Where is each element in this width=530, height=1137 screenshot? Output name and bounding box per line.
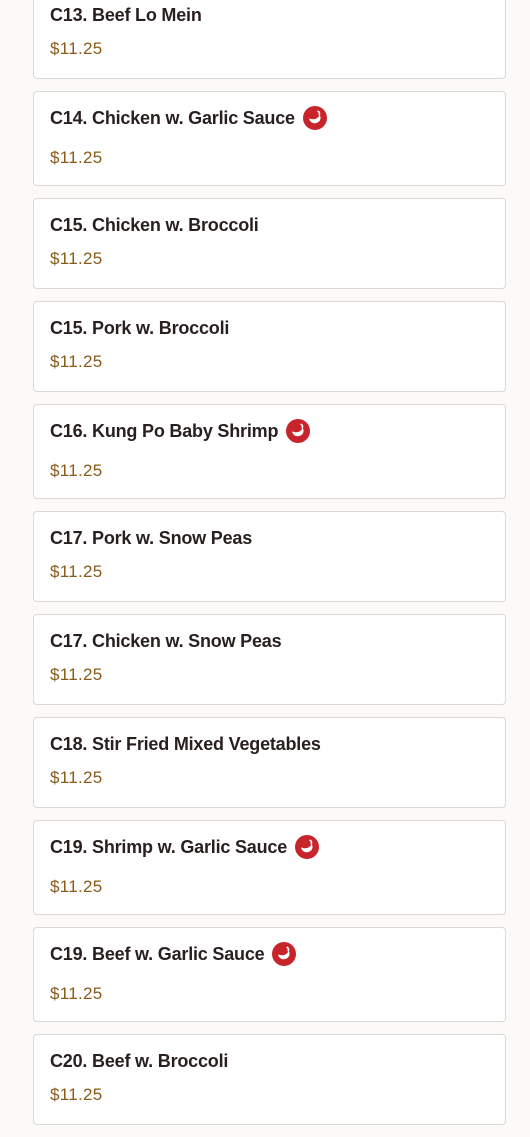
menu-item-card[interactable]: C17. Pork w. Snow Peas $11.25 <box>33 511 506 602</box>
chili-pepper-icon <box>272 942 297 966</box>
menu-item-name: C16. Kung Po Baby Shrimp <box>50 420 279 441</box>
menu-item-list: C13. Beef Lo Mein $11.25 C14. Chicken w.… <box>33 0 506 1137</box>
menu-item-name: C20. Beef w. Broccoli <box>50 1050 229 1071</box>
menu-item-card[interactable]: C15. Chicken w. Broccoli $11.25 <box>33 198 506 289</box>
menu-item-price: $11.25 <box>50 665 103 684</box>
menu-item-name: C19. Beef w. Garlic Sauce <box>50 943 265 964</box>
menu-item-price: $11.25 <box>50 768 103 787</box>
menu-item-name: C15. Chicken w. Broccoli <box>50 214 259 235</box>
menu-item-price: $11.25 <box>50 249 103 268</box>
menu-item-card[interactable]: C13. Beef Lo Mein $11.25 <box>33 0 506 79</box>
menu-item-price: $11.25 <box>50 562 103 581</box>
menu-item-card[interactable]: C18. Stir Fried Mixed Vegetables $11.25 <box>33 717 506 808</box>
menu-item-price: $11.25 <box>50 39 103 58</box>
chili-pepper-icon <box>295 835 320 859</box>
menu-item-name: C15. Pork w. Broccoli <box>50 317 230 338</box>
menu-item-price: $11.25 <box>50 877 103 896</box>
menu-item-price: $11.25 <box>50 984 103 1003</box>
chili-pepper-icon <box>286 419 311 443</box>
chili-pepper-icon <box>302 106 327 130</box>
menu-item-name: C13. Beef Lo Mein <box>50 4 202 25</box>
menu-item-name: C17. Chicken w. Snow Peas <box>50 630 282 651</box>
menu-item-card[interactable]: C15. Pork w. Broccoli $11.25 <box>33 301 506 392</box>
menu-item-name: C14. Chicken w. Garlic Sauce <box>50 107 295 128</box>
menu-item-price: $11.25 <box>50 461 103 480</box>
menu-item-card[interactable]: C16. Kung Po Baby Shrimp $11.25 <box>33 404 506 499</box>
menu-item-name: C19. Shrimp w. Garlic Sauce <box>50 836 288 857</box>
menu-item-card[interactable]: C19. Beef w. Garlic Sauce $11.25 <box>33 927 506 1022</box>
menu-item-card[interactable]: C20. Beef w. Broccoli $11.25 <box>33 1034 506 1125</box>
menu-item-card[interactable]: C14. Chicken w. Garlic Sauce $11.25 <box>33 91 506 186</box>
menu-item-name: C18. Stir Fried Mixed Vegetables <box>50 733 321 754</box>
menu-item-price: $11.25 <box>50 1085 103 1104</box>
menu-item-price: $11.25 <box>50 352 103 371</box>
menu-item-card[interactable]: C17. Chicken w. Snow Peas $11.25 <box>33 614 506 705</box>
menu-item-price: $11.25 <box>50 148 103 167</box>
menu-item-card[interactable]: C19. Shrimp w. Garlic Sauce $11.25 <box>33 820 506 915</box>
menu-item-name: C17. Pork w. Snow Peas <box>50 527 253 548</box>
